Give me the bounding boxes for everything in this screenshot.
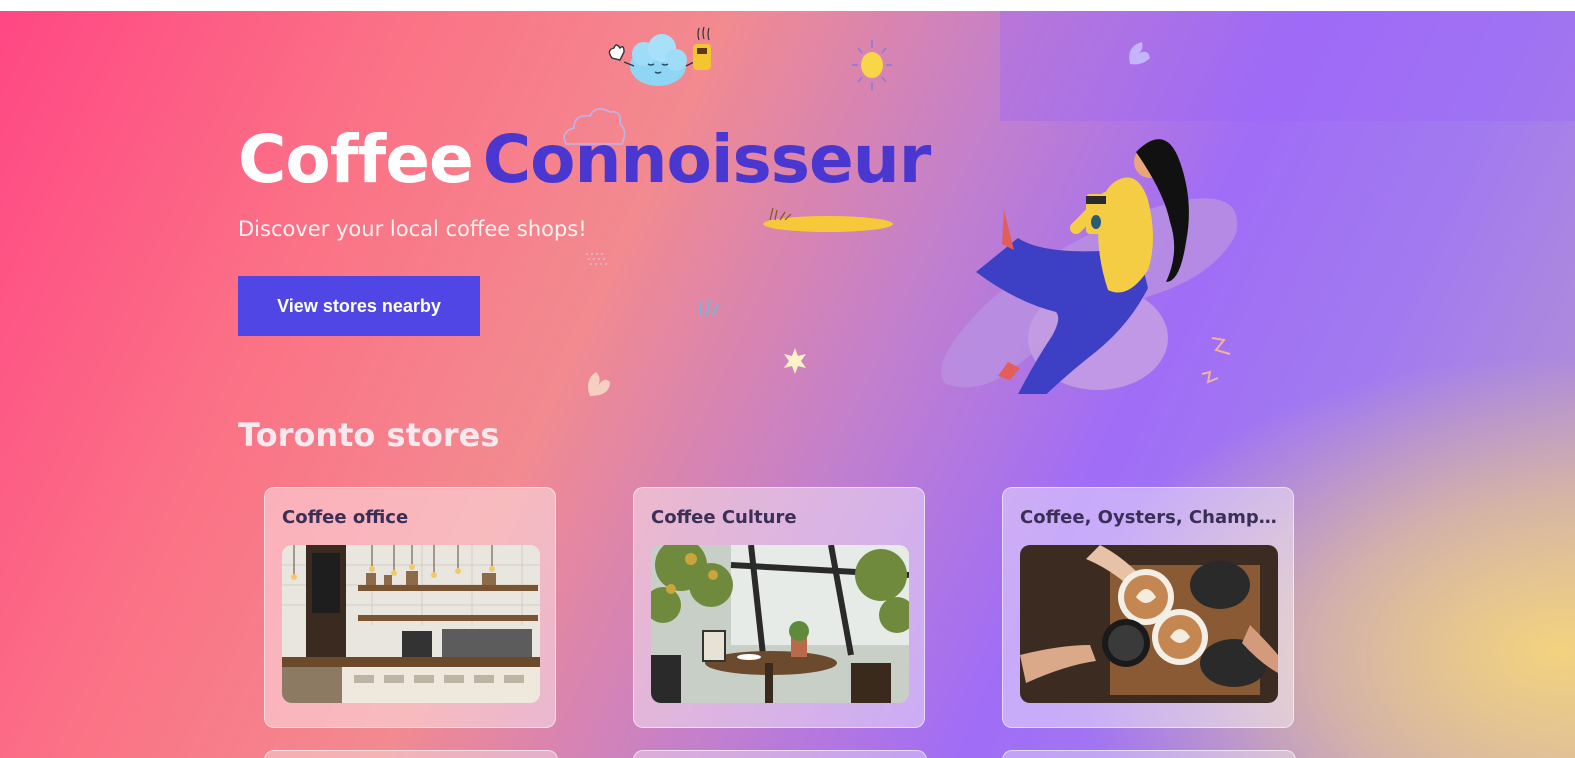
grass-icon [699,299,719,317]
view-stores-nearby-button[interactable]: View stores nearby [238,276,480,336]
hero-title: Coffee Connoisseur [238,118,932,202]
hero-subtitle: Discover your local coffee shops! [238,217,587,241]
hero-title-word-1: Coffee [238,121,474,198]
leaf-icon [588,372,610,396]
hero-title-word-2: Connoisseur [482,121,932,198]
store-card-title: Coffee Culture [651,507,797,528]
page: Coffee Connoisseur Discover your local co… [0,0,1575,758]
cafe-window-table-photo [651,545,909,703]
store-card-photo [282,545,540,703]
star-icon [784,348,806,374]
cafe-counter-photo [282,545,540,703]
store-card-partial[interactable] [633,750,927,758]
sun-icon [852,40,892,90]
store-card-partial[interactable] [1002,750,1296,758]
background-band [1000,11,1575,121]
dots-pattern-icon [586,253,607,265]
store-card[interactable]: Coffee, Oysters, Champa... [1002,487,1294,728]
section-title: Toronto stores [238,416,500,454]
store-card-title: Coffee, Oysters, Champa... [1020,507,1277,528]
store-card[interactable]: Coffee office [264,487,556,728]
store-card-photo [651,545,909,703]
yellow-puddle-illustration [763,207,893,232]
store-card-photo [1020,545,1278,703]
cloud-mascot-illustration [608,26,711,86]
store-card[interactable]: Coffee Culture [633,487,925,728]
store-card-partial[interactable] [264,750,558,758]
latte-cheers-photo [1020,545,1278,703]
leaf-icon [1129,42,1150,65]
store-card-title: Coffee office [282,507,409,528]
zigzag-icon [1201,337,1231,384]
